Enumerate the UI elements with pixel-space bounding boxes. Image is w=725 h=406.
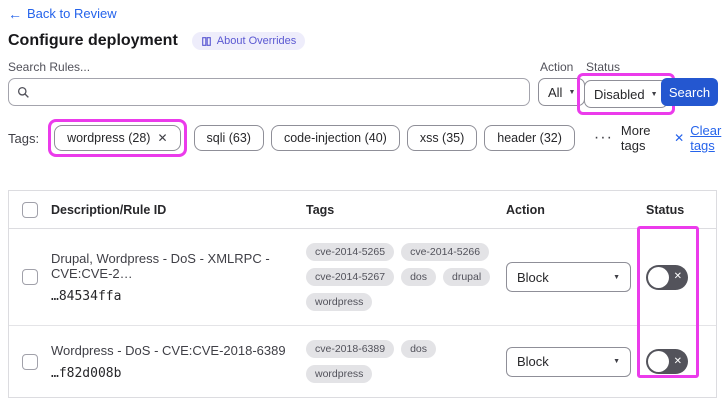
rule-id: …84534ffa — [51, 288, 122, 304]
tag-badge: wordpress — [306, 293, 373, 311]
action-label: Action — [540, 60, 574, 74]
toggle-knob — [648, 266, 669, 288]
search-rules-input-wrap — [8, 78, 530, 106]
chevron-down-icon: ▼ — [650, 90, 658, 98]
select-all-checkbox[interactable] — [22, 201, 38, 218]
header-action: Action — [506, 202, 545, 217]
action-select-value: Block — [517, 354, 549, 369]
back-link-label: Back to Review — [27, 6, 117, 21]
row-tags: cve-2014-5265 cve-2014-5266 cve-2014-5267 d… — [306, 243, 506, 311]
toggle-off-x-icon: ✕ — [673, 271, 682, 282]
action-select-value: Block — [517, 269, 549, 285]
tag-badge: dos — [401, 340, 436, 358]
tag-badge: cve-2018-6389 — [306, 340, 395, 358]
search-rules-label: Search Rules... — [8, 60, 91, 74]
rule-id: …f82d008b — [51, 365, 122, 381]
status-toggle-off[interactable]: ✕ — [646, 264, 688, 290]
filter-tag-pill[interactable]: header (32) — [484, 125, 575, 151]
clear-tags-label: Clear tags — [690, 123, 722, 153]
other-tag-pills: sqli (63) code-injection (40) xss (35) head… — [193, 125, 575, 151]
chevron-down-icon: ▼ — [613, 358, 620, 365]
status-filter-value: Disabled — [594, 86, 645, 102]
table-header-row: Description/Rule ID Tags Action Status — [9, 191, 716, 229]
tag-badge: cve-2014-5265 — [306, 243, 395, 261]
header-description: Description/Rule ID — [51, 202, 167, 217]
tag-badge: cve-2014-5266 — [401, 243, 490, 261]
more-tags-button[interactable]: ··· More tags — [594, 123, 651, 153]
clear-x-icon: ✕ — [674, 131, 685, 145]
selected-tag-label: wordpress (28) — [67, 131, 151, 145]
chevron-down-icon: ▼ — [613, 273, 620, 281]
tag-badge: cve-2014-5267 — [306, 268, 395, 286]
table-row: Wordpress - DoS - CVE:CVE-2018-6389 …f82… — [9, 326, 716, 397]
more-tags-label: More tags — [620, 123, 651, 153]
back-arrow-icon: ← — [8, 5, 22, 22]
header-tags: Tags — [306, 202, 335, 217]
filter-tag-pill[interactable]: xss (35) — [406, 125, 478, 151]
status-dropdown-annotation-box: Disabled ▼ — [577, 73, 675, 115]
tag-badge: drupal — [443, 268, 491, 286]
table-row: Drupal, Wordpress - DoS - XMLRPC - CVE:C… — [9, 229, 716, 326]
book-icon — [201, 36, 211, 46]
filter-tag-pill[interactable]: sqli (63) — [193, 125, 264, 151]
action-filter-value: All — [548, 84, 563, 100]
search-icon — [17, 86, 29, 98]
page-title: Configure deployment — [8, 32, 178, 49]
selected-tag-annotation-box: wordpress (28) ✕ — [48, 119, 187, 157]
rule-description: Drupal, Wordpress - DoS - XMLRPC - CVE:C… — [51, 250, 270, 281]
status-toggle-off[interactable]: ✕ — [646, 349, 688, 374]
title-row: Configure deployment About Overrides — [8, 32, 306, 50]
table-body: Drupal, Wordpress - DoS - XMLRPC - CVE:C… — [9, 229, 716, 397]
toggle-off-x-icon: ✕ — [673, 355, 682, 367]
selected-tag-pill-wordpress[interactable]: wordpress (28) ✕ — [54, 125, 181, 151]
status-filter-dropdown[interactable]: Disabled ▼ — [584, 80, 668, 108]
clear-tags-button[interactable]: ✕ Clear tags — [674, 123, 725, 153]
ellipsis-icon: ··· — [593, 129, 613, 146]
row-checkbox[interactable] — [22, 353, 38, 370]
tags-label: Tags: — [8, 130, 40, 146]
filter-tag-pill[interactable]: code-injection (40) — [270, 125, 400, 151]
rules-table: Description/Rule ID Tags Action Status D… — [8, 190, 717, 398]
tags-filter-row: Tags: wordpress (28) ✕ sqli (63) code-inj… — [8, 119, 725, 157]
rule-description: Wordpress - DoS - CVE:CVE-2018-6389 — [51, 342, 286, 358]
about-overrides-badge[interactable]: About Overrides — [191, 32, 306, 50]
action-select[interactable]: Block ▼ — [506, 262, 631, 292]
status-label: Status — [586, 60, 621, 74]
tag-badge: dos — [401, 268, 436, 286]
action-select[interactable]: Block ▼ — [506, 346, 631, 377]
row-checkbox[interactable] — [22, 269, 38, 285]
search-button[interactable]: Search — [661, 78, 718, 106]
toggle-knob — [648, 351, 669, 372]
header-status: Status — [646, 202, 685, 217]
tag-badge: wordpress — [306, 365, 373, 383]
row-tags: cve-2018-6389 dos wordpress — [306, 340, 506, 383]
about-overrides-label: About Overrides — [216, 35, 297, 47]
chevron-down-icon: ▼ — [568, 88, 576, 96]
search-rules-input[interactable] — [36, 84, 521, 100]
remove-tag-icon[interactable]: ✕ — [157, 131, 167, 145]
back-to-review-link[interactable]: ← Back to Review — [8, 6, 117, 21]
